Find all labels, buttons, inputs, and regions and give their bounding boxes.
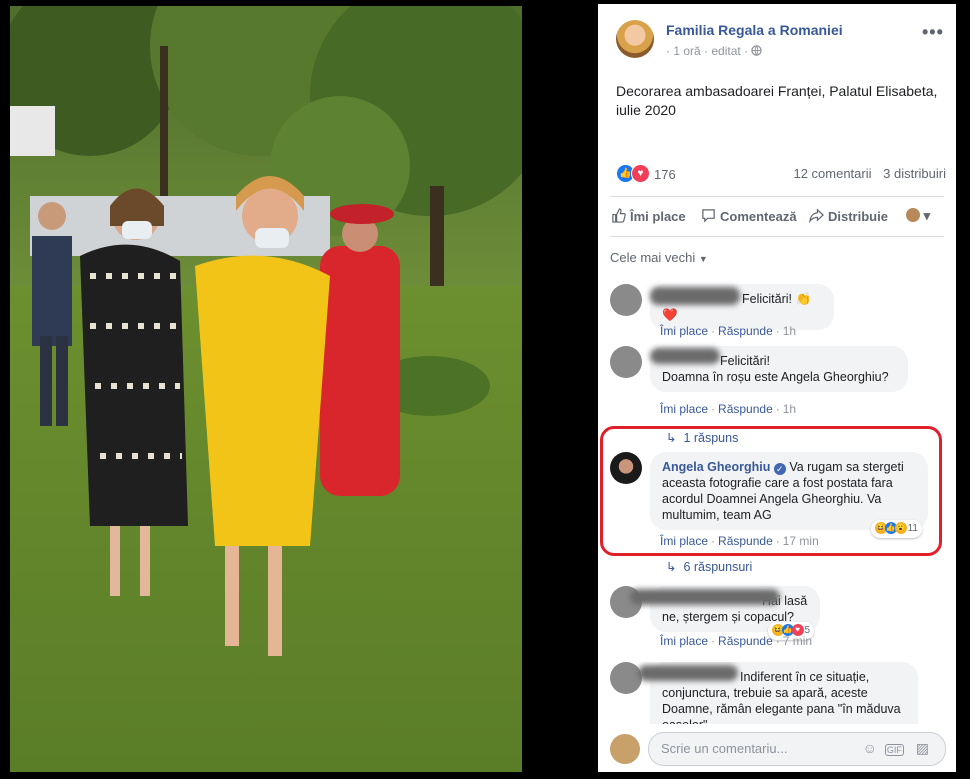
- divider: [610, 236, 944, 237]
- comment-bubble: Hai lasă ne, ștergem și copacul? 😆👍 ♥ 5: [630, 586, 820, 640]
- share-icon: [808, 208, 824, 224]
- redacted-name: [638, 665, 738, 681]
- comment-reply-link[interactable]: Răspunde: [718, 324, 773, 338]
- redacted-name: [630, 589, 780, 605]
- highlight-annotation: [600, 426, 942, 556]
- comment-time[interactable]: 1h: [783, 402, 796, 416]
- page-avatar[interactable]: [616, 20, 654, 58]
- facebook-post-panel: Familia Regala a Romaniei · 1 oră · edit…: [598, 4, 956, 772]
- reply-arrow-icon: ↳: [666, 560, 677, 574]
- comment-reply-link[interactable]: Răspunde: [718, 634, 773, 648]
- post-time[interactable]: 1 oră: [673, 44, 700, 58]
- like-button-label: Îmi place: [630, 209, 686, 224]
- comment-text-line2: Doamna în roșu este Angela Gheorghiu?: [662, 370, 889, 384]
- commenter-avatar[interactable]: [610, 284, 642, 316]
- comment-like-link[interactable]: Îmi place: [660, 634, 708, 648]
- chevron-down-icon: ▾: [923, 208, 931, 223]
- comment-item: Hai lasă ne, ștergem și copacul? 😆👍 ♥ 5 Î…: [610, 586, 950, 652]
- redacted-name: [650, 287, 740, 305]
- post-stats: 12 comentarii 3 distribuiri: [785, 166, 946, 181]
- comment-time[interactable]: 1h: [783, 324, 796, 338]
- comment-actions: Îmi place · Răspunde · 7 min: [660, 634, 813, 648]
- comment-item: Felicitări! 👏❤️ Îmi place · Răspunde · 1h: [610, 284, 950, 338]
- comment-bubble: Felicitări! Doamna în roșu este Angela G…: [650, 346, 908, 392]
- comment-time[interactable]: 7 min: [783, 634, 812, 648]
- redacted-name: [650, 348, 720, 364]
- commenter-avatar[interactable]: [610, 346, 642, 378]
- post-photo[interactable]: [10, 6, 522, 772]
- share-button[interactable]: Distribuie: [808, 208, 888, 224]
- post-text: Decorarea ambasadoarei Franței, Palatul …: [616, 83, 938, 118]
- comments-count-link[interactable]: 12 comentarii: [793, 166, 871, 181]
- sticker-icon[interactable]: ▨: [916, 740, 937, 756]
- emoji-icon[interactable]: ☺: [863, 740, 885, 756]
- comment-text: Felicitări!: [742, 292, 793, 306]
- comment-sort-dropdown[interactable]: Cele mai vechi ▼: [610, 250, 708, 265]
- photo-illustration: [10, 6, 522, 772]
- comment-item: Indiferent în ce situație, conjunctura, …: [610, 662, 950, 724]
- like-button[interactable]: Îmi place: [610, 208, 686, 224]
- commenter-avatar[interactable]: [610, 662, 642, 694]
- shares-count-link[interactable]: 3 distribuiri: [883, 166, 946, 181]
- divider: [610, 196, 944, 197]
- reaction-count: 176: [654, 167, 676, 182]
- profile-avatar-small: [906, 208, 920, 222]
- comment-bubble: Indiferent în ce situație, conjunctura, …: [638, 662, 918, 724]
- gif-icon[interactable]: GIF: [884, 744, 904, 756]
- composer-icons: ☺ GIF ▨: [863, 740, 937, 757]
- post-meta: · 1 oră · editat ·: [666, 44, 763, 58]
- page-name-link[interactable]: Familia Regala a Romaniei: [666, 22, 843, 38]
- view-replies-link[interactable]: ↳ 6 răspunsuri: [666, 559, 752, 574]
- comment-like-link[interactable]: Îmi place: [660, 402, 708, 416]
- comment-reply-link[interactable]: Răspunde: [718, 402, 773, 416]
- comment-actions: Îmi place · Răspunde · 1h: [660, 324, 797, 338]
- comment-actions: Îmi place · Răspunde · 1h: [660, 402, 797, 416]
- sort-label: Cele mai vechi: [610, 250, 696, 265]
- comment-like-link[interactable]: Îmi place: [660, 324, 708, 338]
- comment-button[interactable]: Comentează: [700, 208, 797, 224]
- current-user-avatar: [610, 734, 640, 764]
- post-as-selector[interactable]: ▾: [906, 208, 930, 224]
- comment-icon: [700, 208, 716, 224]
- globe-icon: [751, 44, 763, 58]
- replies-count: 6 răspunsuri: [683, 560, 753, 574]
- comment-text-line1: Felicitări!: [720, 354, 771, 368]
- comment-composer: Scrie un comentariu... ☺ GIF ▨: [610, 732, 946, 766]
- comment-input-placeholder: Scrie un comentariu...: [661, 741, 788, 756]
- comment-input[interactable]: Scrie un comentariu... ☺ GIF ▨: [648, 732, 946, 766]
- more-options-icon[interactable]: •••: [922, 22, 944, 43]
- share-button-label: Distribuie: [828, 209, 888, 224]
- like-outline-icon: [610, 208, 626, 224]
- post-actions: Îmi place Comentează Distribuie ▾: [610, 204, 950, 230]
- love-icon: ♥: [631, 164, 650, 183]
- comment-button-label: Comentează: [720, 209, 797, 224]
- edited-label[interactable]: editat: [711, 44, 740, 58]
- caret-down-icon: ▼: [698, 254, 708, 264]
